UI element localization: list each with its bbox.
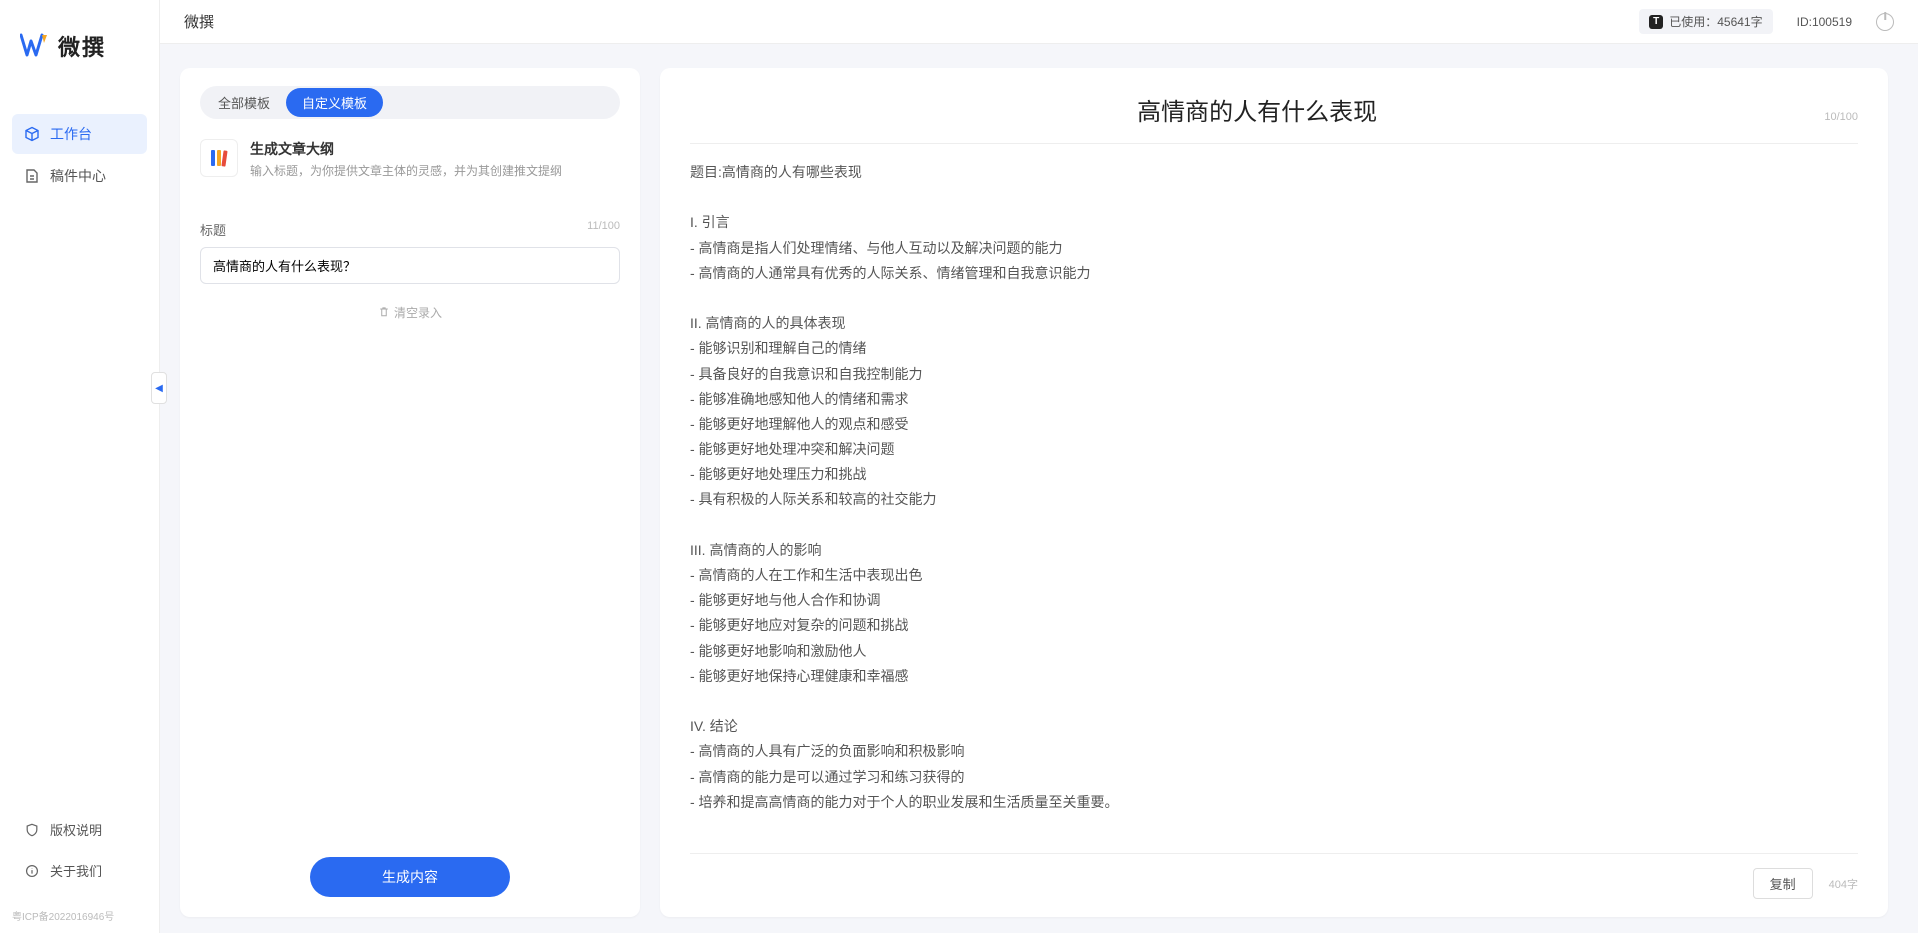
user-id: ID:100519 [1797, 15, 1852, 29]
template-title: 生成文章大纲 [250, 139, 620, 159]
sidebar-item-workspace[interactable]: 工作台 [12, 114, 147, 154]
nav-label: 工作台 [50, 124, 92, 144]
icp-text: 粤ICP备2022016946号 [0, 902, 159, 933]
usage-badge-icon: T [1649, 15, 1663, 29]
brand-name: 微撰 [58, 30, 106, 62]
template-tabs: 全部模板 自定义模板 [200, 86, 620, 119]
logo-icon [20, 33, 50, 59]
usage-badge: T 已使用：45641字 [1639, 9, 1772, 34]
output-char-count: 404字 [1829, 876, 1858, 892]
nav-label: 关于我们 [50, 861, 102, 880]
clear-input-button[interactable]: 清空录入 [200, 304, 620, 321]
topbar-right: T 已使用：45641字 ID:100519 [1639, 9, 1894, 34]
page-title: 微撰 [184, 11, 214, 32]
trash-icon [378, 306, 390, 318]
template-desc: 输入标题，为你提供文章主体的灵感，并为其创建推文提纲 [250, 163, 620, 180]
output-body: 题目:高情商的人有哪些表现 I. 引言 - 高情商是指人们处理情绪、与他人互动以… [690, 160, 1858, 853]
input-panel: 全部模板 自定义模板 生成文章大纲 输入标题，为你提供文章主体的灵感，并为其创建… [180, 68, 640, 917]
output-title: 高情商的人有什么表现 [690, 92, 1824, 127]
output-panel: 高情商的人有什么表现 10/100 题目:高情商的人有哪些表现 I. 引言 - … [660, 68, 1888, 917]
shield-icon [24, 822, 40, 838]
content: 全部模板 自定义模板 生成文章大纲 输入标题，为你提供文章主体的灵感，并为其创建… [160, 44, 1918, 933]
document-icon [24, 168, 40, 184]
cube-icon [24, 126, 40, 142]
template-icon [200, 139, 238, 177]
usage-label: 已使用：45641字 [1669, 13, 1762, 30]
copy-button[interactable]: 复制 [1753, 868, 1813, 899]
sidebar-bottom: 版权说明 关于我们 [0, 808, 159, 902]
sidebar-item-copyright[interactable]: 版权说明 [12, 810, 147, 849]
nav-label: 稿件中心 [50, 166, 106, 186]
power-icon[interactable] [1876, 13, 1894, 31]
tab-all-templates[interactable]: 全部模板 [202, 88, 286, 117]
nav-label: 版权说明 [50, 820, 102, 839]
tab-custom-templates[interactable]: 自定义模板 [286, 88, 383, 117]
clear-label: 清空录入 [394, 304, 442, 321]
sidebar-item-drafts[interactable]: 稿件中心 [12, 156, 147, 196]
topbar: 微撰 T 已使用：45641字 ID:100519 [160, 0, 1918, 44]
field-counter: 11/100 [587, 220, 620, 239]
logo: 微撰 [0, 0, 159, 82]
generate-button[interactable]: 生成内容 [310, 857, 510, 897]
field-label: 标题 [200, 220, 226, 239]
main: 微撰 T 已使用：45641字 ID:100519 全部模板 自定义模板 [160, 0, 1918, 933]
sidebar-nav: 工作台 稿件中心 [0, 112, 159, 198]
sidebar-item-about[interactable]: 关于我们 [12, 851, 147, 890]
output-title-counter: 10/100 [1824, 111, 1858, 123]
sidebar: 微撰 工作台 稿件中心 ◀ [0, 0, 160, 933]
template-card: 生成文章大纲 输入标题，为你提供文章主体的灵感，并为其创建推文提纲 [200, 139, 620, 180]
collapse-chevron-icon[interactable]: ◀ [151, 372, 167, 404]
info-icon [24, 863, 40, 879]
title-input[interactable] [200, 247, 620, 284]
